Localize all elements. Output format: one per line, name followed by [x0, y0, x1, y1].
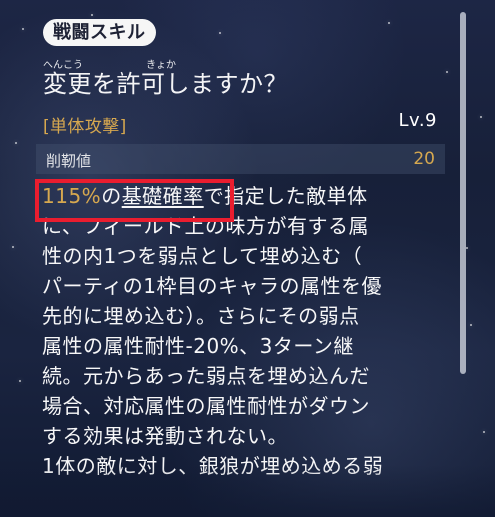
background-star	[12, 246, 14, 248]
description-line-5: 先的に埋め込む）。さらにその弱点	[42, 304, 360, 328]
skill-type-tag: 戦闘スキル	[43, 19, 156, 46]
description-line-9: する効果は発動されない。	[42, 424, 288, 448]
description-line-10: 1体の敵に対し、銀狼が埋め込める弱	[42, 454, 384, 478]
background-star	[19, 380, 21, 382]
toughness-reduction-row: 削靭値 20	[36, 144, 445, 174]
description-scrollbar[interactable]	[460, 12, 466, 374]
description-line-1-rest: で指定した敵単体	[203, 184, 368, 208]
target-type: [単体攻撃]	[43, 117, 127, 137]
skill-description: 115%の基礎確率で指定した敵単体 に、フィールド上の味方が有する属 性の内1つ…	[42, 181, 447, 481]
toughness-reduction-value: 20	[413, 149, 435, 169]
skill-title: 変更を許可しますか？	[43, 70, 288, 98]
skill-level: Lv.9	[398, 110, 437, 131]
background-star	[388, 22, 390, 24]
base-chance-term: 基礎確率	[121, 184, 204, 208]
description-line-8: 場合、対応属性の属性耐性がダウン	[42, 394, 370, 418]
description-line-1: 115%の基礎確率で指定した敵単体	[42, 181, 447, 211]
description-line-3: 性の内1つを弱点として埋め込む（	[42, 244, 363, 268]
background-star	[15, 142, 17, 144]
description-line-2: に、フィールド上の味方が有する属	[42, 214, 369, 238]
background-star	[470, 324, 472, 326]
toughness-reduction-label: 削靭値	[46, 152, 92, 170]
background-star	[91, 14, 93, 16]
description-particle: の	[101, 184, 122, 208]
background-star	[219, 32, 221, 34]
background-star	[466, 247, 468, 249]
background-star	[22, 28, 24, 30]
background-star	[480, 116, 482, 118]
base-chance-percent: 115%	[42, 184, 102, 208]
description-line-7: 続。元からあった弱点を埋め込んだ	[42, 364, 370, 388]
description-line-4: パーティの1枠目のキャラの属性を優	[42, 274, 383, 298]
background-star	[446, 71, 448, 73]
description-line-6: 属性の属性耐性-20%、3ターン継	[42, 334, 354, 358]
background-star	[483, 431, 485, 433]
